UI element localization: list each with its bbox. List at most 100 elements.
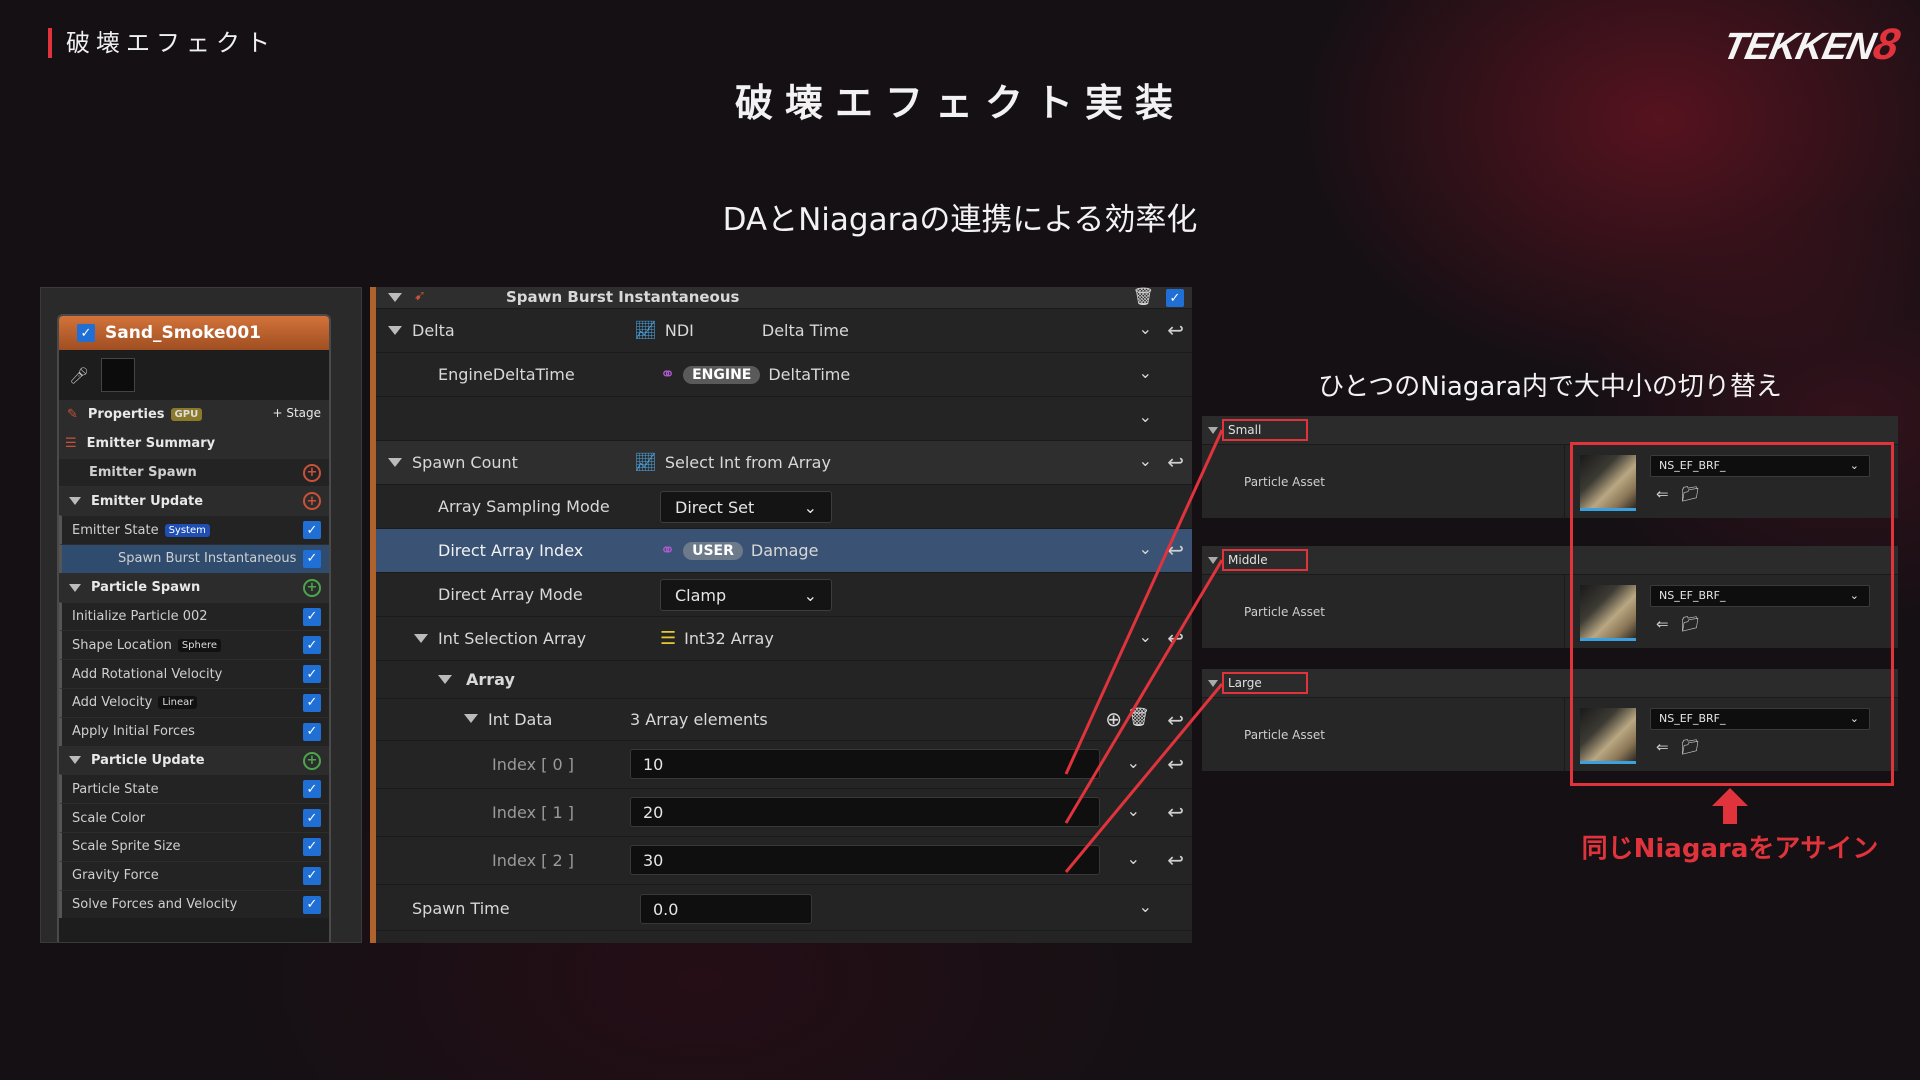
- stack-row[interactable]: Initialize Particle 002 ✓: [59, 601, 329, 631]
- graph-icon: 📈︎: [634, 320, 657, 341]
- engine-delta-row[interactable]: EngineDeltaTime ⚭ ENGINE DeltaTime ⌄: [376, 353, 1192, 397]
- chevron-down-icon[interactable]: ⌄: [1139, 363, 1152, 382]
- emitter-node[interactable]: ✓ Sand_Smoke001 🎤︎ ✎ Properties GPU + Stage…: [57, 314, 331, 942]
- array-index-input[interactable]: 30: [630, 845, 1100, 875]
- chevron-down-icon[interactable]: ⌄: [1127, 849, 1140, 868]
- module-enable-checkbox[interactable]: ✓: [303, 895, 321, 914]
- delete-icon[interactable]: 🗑︎: [1132, 287, 1154, 307]
- module-header-row[interactable]: ➹ Spawn Burst Instantaneous 🗑︎ ✓: [376, 287, 1192, 309]
- stack-row[interactable]: Add Rotational Velocity ✓: [59, 659, 329, 688]
- stack-row[interactable]: Particle Spawn +: [59, 572, 329, 602]
- int-selection-array-row[interactable]: Int Selection Array ☰ Int32 Array ⌄ ↩: [376, 617, 1192, 661]
- module-enable-checkbox[interactable]: ✓: [303, 665, 321, 684]
- module-enable-checkbox[interactable]: ✓: [303, 780, 321, 799]
- collapse-arrow-icon[interactable]: [388, 293, 402, 302]
- chevron-down-icon[interactable]: ⌄: [1139, 627, 1152, 646]
- expand-arrow-icon[interactable]: [464, 714, 478, 723]
- expand-arrow-icon[interactable]: [388, 326, 402, 335]
- asset-section-header[interactable]: Small: [1202, 416, 1898, 444]
- collapse-arrow-icon[interactable]: [69, 497, 81, 506]
- expand-arrow-icon[interactable]: [414, 634, 428, 643]
- stack-row[interactable]: Particle State ✓: [59, 774, 329, 804]
- emitter-enable-checkbox[interactable]: ✓: [77, 324, 95, 342]
- array-sampling-mode-row[interactable]: Array Sampling Mode Direct Set ⌄: [376, 485, 1192, 529]
- array-index-row[interactable]: Index [ 0 ] 10 ⌄ ↩: [376, 741, 1192, 789]
- collapse-arrow-icon[interactable]: [1208, 679, 1218, 687]
- chevron-down-icon[interactable]: ⌄: [1127, 753, 1140, 772]
- stack-row[interactable]: Scale Color ✓: [59, 803, 329, 832]
- stack-row[interactable]: Solve Forces and Velocity ✓: [59, 889, 329, 919]
- add-module-icon[interactable]: +: [303, 492, 321, 511]
- module-enable-checkbox[interactable]: ✓: [303, 549, 321, 568]
- direct-array-mode-select[interactable]: Clamp ⌄: [660, 579, 832, 611]
- array-sampling-mode-select[interactable]: Direct Set ⌄: [660, 491, 832, 523]
- module-enable-checkbox[interactable]: ✓: [303, 693, 321, 712]
- reset-icon[interactable]: ↩: [1167, 708, 1184, 732]
- spawn-count-row[interactable]: Spawn Count 📈︎ Select Int from Array ⌄ ↩: [376, 441, 1192, 485]
- chevron-down-icon[interactable]: ⌄: [1139, 451, 1152, 470]
- module-enable-checkbox[interactable]: ✓: [303, 809, 321, 828]
- reset-icon[interactable]: ↩: [1167, 626, 1184, 650]
- page-subtitle: DAとNiagaraの連携による効率化: [722, 202, 1198, 238]
- array-index-input[interactable]: 10: [630, 749, 1100, 779]
- stack-row[interactable]: Gravity Force ✓: [59, 860, 329, 890]
- module-enable-checkbox[interactable]: ✓: [303, 521, 321, 540]
- collapse-arrow-icon[interactable]: [69, 583, 81, 592]
- stack-row[interactable]: Add Velocity Linear ✓: [59, 687, 329, 717]
- module-enable-checkbox[interactable]: ✓: [303, 607, 321, 626]
- stack-row[interactable]: Shape Location Sphere ✓: [59, 630, 329, 660]
- expand-arrow-icon[interactable]: [388, 458, 402, 467]
- array-index-row[interactable]: Index [ 1 ] 20 ⌄ ↩: [376, 789, 1192, 837]
- reset-icon[interactable]: ↩: [1167, 538, 1184, 562]
- module-enable-checkbox[interactable]: ✓: [303, 866, 321, 885]
- chevron-down-icon[interactable]: ⌄: [1139, 539, 1152, 558]
- stack-row[interactable]: Spawn Burst Instantaneous ✓: [59, 543, 329, 573]
- collapse-arrow-icon[interactable]: [69, 756, 81, 765]
- chevron-down-icon[interactable]: ⌄: [1139, 319, 1152, 338]
- delta-row[interactable]: Delta 📈︎ NDI Delta Time ⌄ ↩: [376, 309, 1192, 353]
- reset-icon[interactable]: ↩: [1167, 848, 1184, 872]
- spawn-time-input[interactable]: 0.0: [640, 894, 812, 924]
- emitter-thumbnail: [101, 358, 136, 392]
- module-enable-checkbox[interactable]: ✓: [1166, 289, 1184, 307]
- stack-row-label: Gravity Force: [72, 868, 159, 884]
- reset-icon[interactable]: ↩: [1167, 450, 1184, 474]
- add-stage-button[interactable]: + Stage: [272, 406, 321, 420]
- direct-array-mode-row[interactable]: Direct Array Mode Clamp ⌄: [376, 573, 1192, 617]
- stack-row[interactable]: Apply Initial Forces ✓: [59, 716, 329, 746]
- array-index-label: Index [ 2 ]: [492, 851, 574, 870]
- expand-arrow-icon[interactable]: [438, 675, 452, 684]
- reset-icon[interactable]: ↩: [1167, 752, 1184, 776]
- collapse-arrow-icon[interactable]: [1208, 426, 1218, 434]
- chevron-down-icon[interactable]: ⌄: [1139, 897, 1152, 916]
- stack-row[interactable]: Emitter Spawn +: [59, 457, 329, 487]
- divider: [1564, 698, 1565, 772]
- array-index-row[interactable]: Index [ 2 ] 30 ⌄ ↩: [376, 837, 1192, 885]
- stack-row[interactable]: Scale Sprite Size ✓: [59, 831, 329, 861]
- stack-row[interactable]: Emitter Update +: [59, 486, 329, 516]
- stack-row[interactable]: Emitter State System ✓: [59, 515, 329, 544]
- delete-icon[interactable]: 🗑︎: [1127, 707, 1150, 728]
- reset-icon[interactable]: ↩: [1167, 800, 1184, 824]
- add-element-icon[interactable]: ⊕: [1105, 707, 1122, 731]
- add-module-icon[interactable]: +: [303, 751, 321, 770]
- microphone-icon[interactable]: 🎤︎: [69, 366, 89, 385]
- add-module-icon[interactable]: +: [303, 463, 321, 482]
- add-module-icon[interactable]: +: [303, 578, 321, 597]
- chevron-down-icon[interactable]: ⌄: [1139, 407, 1152, 426]
- module-enable-checkbox[interactable]: ✓: [303, 722, 321, 741]
- stack-row[interactable]: Particle Update +: [59, 745, 329, 775]
- chevron-down-icon[interactable]: ⌄: [1127, 801, 1140, 820]
- spawn-time-row[interactable]: Spawn Time 0.0 ⌄: [376, 887, 1192, 931]
- module-enable-checkbox[interactable]: ✓: [303, 636, 321, 655]
- collapse-arrow-icon[interactable]: [1208, 556, 1218, 564]
- direct-array-index-row[interactable]: Direct Array Index ⚭ USER Damage ⌄ ↩: [376, 529, 1192, 573]
- reset-icon[interactable]: ↩: [1167, 318, 1184, 342]
- stack-row[interactable]: ✎ Properties GPU + Stage: [59, 400, 329, 429]
- array-index-input[interactable]: 20: [630, 797, 1100, 827]
- array-row[interactable]: Array: [376, 661, 1192, 699]
- stack-row[interactable]: ☰ Emitter Summary: [59, 428, 329, 458]
- int-data-row[interactable]: Int Data 3 Array elements ⊕ 🗑︎ ↩: [376, 699, 1192, 741]
- emitter-header[interactable]: ✓ Sand_Smoke001: [59, 316, 329, 350]
- module-enable-checkbox[interactable]: ✓: [303, 837, 321, 856]
